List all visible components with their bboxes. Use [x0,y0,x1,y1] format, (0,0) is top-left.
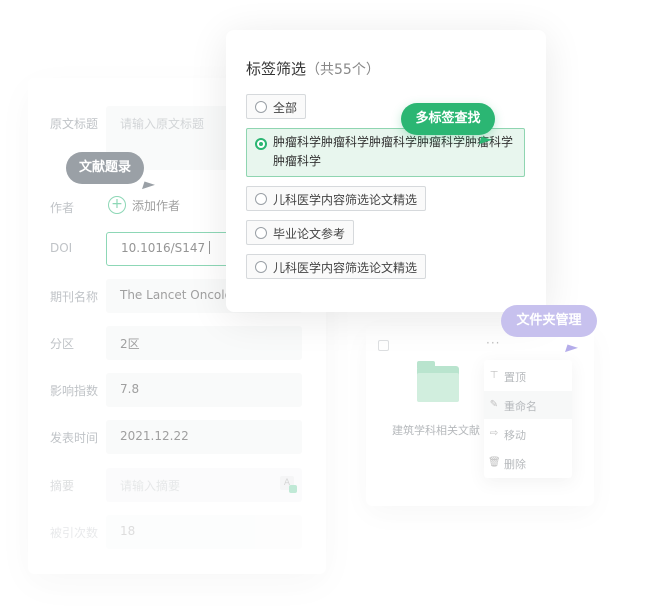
abstract-placeholder: 请输入摘要 [120,479,181,493]
tag-option-label: 肿瘤科学肿瘤科学肿瘤科学肿瘤科学肿瘤科学肿瘤科学 [273,135,514,168]
radio-selected-icon [255,138,267,150]
form-label: 发表时间 [50,431,99,445]
menu-item-label: 重命名 [504,400,537,413]
form-label: 期刊名称 [50,290,99,304]
tag-option-label: 毕业论文参考 [273,227,346,241]
radio-icon [255,193,267,205]
tag-option-label: 儿科医学内容筛选论文精选 [273,193,418,207]
radio-icon [255,101,267,113]
menu-item-delete[interactable]: 🗑 删除 [484,449,572,477]
tag-option-pediatrics-2[interactable]: 儿科医学内容筛选论文精选 [246,254,427,279]
radio-icon [255,227,267,239]
form-row-date: 发表时间 2021.12.22 [28,420,326,454]
menu-item-pin[interactable]: ⊤ 置顶 [484,362,572,390]
citations-input[interactable]: 18 [106,515,302,549]
form-label: 摘要 [50,479,75,493]
form-row-abstract: 摘要 请输入摘要 A [28,468,326,502]
tag-option-oncology[interactable]: 肿瘤科学肿瘤科学肿瘤科学肿瘤科学肿瘤科学肿瘤科学 [246,128,525,177]
tag-filter-title: 标签筛选（共55个） [246,58,380,79]
form-label: 分区 [50,337,75,351]
folder-card: ··· 建筑学科相关文献 ⊤ 置顶 ✎ 重命名 ⇨ 移动 🗑 删除 [366,326,594,506]
menu-item-rename[interactable]: ✎ 重命名 [484,391,572,419]
publish-date-input[interactable]: 2021.12.22 [106,420,302,454]
tag-option-label: 全部 [273,101,298,115]
tag-option-all[interactable]: 全部 [246,94,307,119]
callout-multi-tag: 多标签查找 [401,103,495,135]
form-label: 被引次数 [50,526,99,540]
move-icon: ⇨ [489,428,499,439]
tag-option-pediatrics[interactable]: 儿科医学内容筛选论文精选 [246,186,427,211]
edit-icon: ✎ [489,399,499,410]
form-row-impact: 影响指数 7.8 [28,373,326,407]
form-label: DOI [50,241,73,255]
add-author-label: 添加作者 [132,198,181,213]
tag-option-label: 儿科医学内容筛选论文精选 [273,261,418,275]
plus-icon: + [108,196,126,214]
partition-input[interactable]: 2区 [106,326,302,360]
text-caret [209,241,211,254]
menu-item-label: 删除 [504,458,526,471]
folder-checkbox[interactable] [378,340,389,351]
form-label: 作者 [50,201,75,215]
add-author-button[interactable]: + 添加作者 [108,196,180,214]
tag-filter-title-text: 标签筛选 [246,60,307,78]
form-row-partition: 分区 2区 [28,326,326,360]
translate-icon[interactable]: A [280,476,297,493]
tag-count: （共55个） [306,62,380,78]
folder-name[interactable]: 建筑学科相关文献 [392,422,480,438]
folder-icon[interactable] [417,361,459,402]
pin-icon: ⊤ [489,370,499,381]
impact-factor-input[interactable]: 7.8 [106,373,302,407]
trash-icon: 🗑 [488,457,501,468]
form-row-citations: 被引次数 18 [28,515,326,549]
doi-value: 10.1016/S147 [121,241,206,255]
tag-option-thesis[interactable]: 毕业论文参考 [246,220,355,245]
form-label: 影响指数 [50,384,99,398]
form-label: 原文标题 [50,117,99,131]
abstract-input[interactable]: 请输入摘要 A [106,468,302,502]
folder-context-menu: ⊤ 置顶 ✎ 重命名 ⇨ 移动 🗑 删除 [484,360,572,478]
more-icon[interactable]: ··· [486,336,500,350]
radio-icon [255,261,267,273]
menu-item-move[interactable]: ⇨ 移动 [484,420,572,448]
tag-filter-panel: 标签筛选（共55个） 全部 肿瘤科学肿瘤科学肿瘤科学肿瘤科学肿瘤科学肿瘤科学 儿… [226,30,546,312]
callout-folder-manage: 文件夹管理 [501,305,597,337]
menu-item-label: 置顶 [504,371,526,384]
menu-item-label: 移动 [504,429,526,442]
callout-literature: 文献题录 [66,152,144,184]
